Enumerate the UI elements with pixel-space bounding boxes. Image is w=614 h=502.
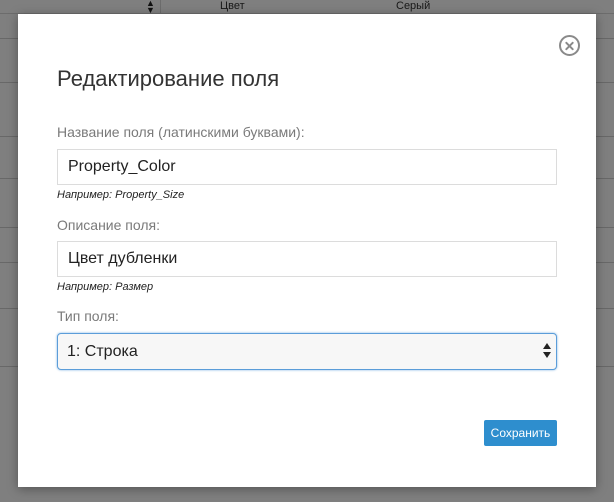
field-description-hint: Например: Размер: [57, 281, 154, 293]
modal-title: Редактирование поля: [57, 66, 280, 91]
field-name-label: Название поля (латинскими буквами):: [57, 124, 305, 140]
field-type-selected-value: 1: Строка: [67, 343, 138, 360]
edit-field-modal: Редактирование поля Название поля (латин…: [18, 14, 596, 487]
field-type-label: Тип поля:: [57, 308, 119, 324]
select-arrows-icon: [543, 342, 551, 360]
field-type-select[interactable]: 1: Строка: [57, 333, 557, 370]
field-description-input[interactable]: [57, 241, 557, 277]
close-circle-icon[interactable]: [559, 35, 580, 56]
field-name-input[interactable]: [57, 149, 557, 185]
save-button[interactable]: Сохранить: [484, 420, 557, 446]
field-description-label: Описание поля:: [57, 217, 161, 233]
field-name-hint: Например: Property_Size: [57, 189, 185, 201]
